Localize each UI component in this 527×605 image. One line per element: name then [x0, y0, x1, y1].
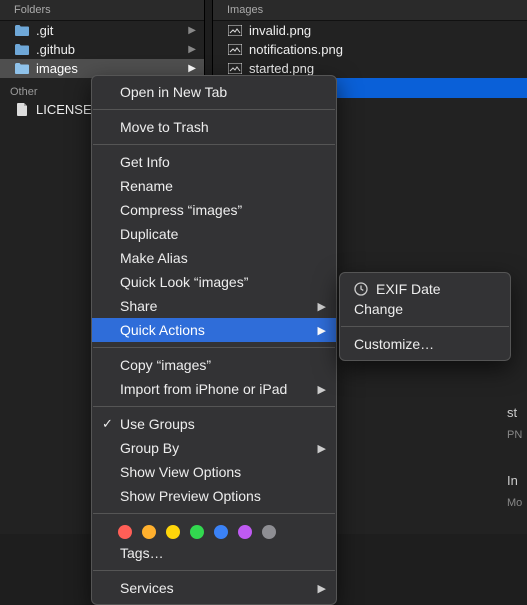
- chevron-right-icon: ▶: [188, 44, 196, 55]
- menu-separator: [341, 326, 509, 327]
- folder-row-git[interactable]: .git ▶: [0, 21, 204, 40]
- folders-header: Folders: [0, 0, 204, 21]
- chevron-right-icon: ▶: [318, 580, 326, 598]
- chevron-right-icon: ▶: [188, 25, 196, 36]
- menu-separator: [93, 109, 335, 110]
- submenu-customize[interactable]: Customize…: [340, 332, 510, 356]
- menu-tags[interactable]: Tags…: [92, 541, 336, 565]
- menu-import[interactable]: Import from iPhone or iPad ▶: [92, 377, 336, 401]
- tag-dot-green[interactable]: [190, 525, 204, 539]
- folder-label: images: [36, 61, 78, 76]
- tag-dot-yellow[interactable]: [166, 525, 180, 539]
- menu-separator: [93, 513, 335, 514]
- menu-label: Quick Actions: [120, 322, 205, 338]
- menu-compress[interactable]: Compress “images”: [92, 198, 336, 222]
- menu-move-to-trash[interactable]: Move to Trash: [92, 115, 336, 139]
- chevron-right-icon: ▶: [318, 298, 326, 316]
- folder-row-github[interactable]: .github ▶: [0, 40, 204, 59]
- tag-dot-gray[interactable]: [262, 525, 276, 539]
- menu-label: Services: [120, 580, 174, 596]
- folder-icon: [14, 63, 30, 74]
- menu-quick-actions[interactable]: Quick Actions ▶: [92, 318, 336, 342]
- context-menu: Open in New Tab Move to Trash Get Info R…: [91, 75, 337, 605]
- menu-make-alias[interactable]: Make Alias: [92, 246, 336, 270]
- image-row-notifications[interactable]: notifications.png: [213, 40, 527, 59]
- menu-copy[interactable]: Copy “images”: [92, 353, 336, 377]
- menu-show-preview-options[interactable]: Show Preview Options: [92, 484, 336, 508]
- check-icon: ✓: [102, 415, 113, 433]
- document-icon: [14, 103, 30, 116]
- menu-services[interactable]: Services ▶: [92, 576, 336, 600]
- menu-show-view-options[interactable]: Show View Options: [92, 460, 336, 484]
- menu-separator: [93, 406, 335, 407]
- image-file-icon: [227, 44, 243, 55]
- quick-actions-submenu: EXIF Date Change Customize…: [339, 272, 511, 361]
- info-line: In: [507, 473, 527, 497]
- clock-icon: [354, 282, 370, 300]
- chevron-right-icon: ▶: [318, 381, 326, 399]
- menu-open-new-tab[interactable]: Open in New Tab: [92, 80, 336, 104]
- menu-separator: [93, 570, 335, 571]
- image-file-icon: [227, 63, 243, 74]
- tag-dot-orange[interactable]: [142, 525, 156, 539]
- info-line: Mo: [507, 497, 527, 521]
- folder-icon: [14, 25, 30, 36]
- tag-dot-purple[interactable]: [238, 525, 252, 539]
- tag-dot-red[interactable]: [118, 525, 132, 539]
- menu-rename[interactable]: Rename: [92, 174, 336, 198]
- file-label: LICENSE: [36, 102, 92, 117]
- menu-label: Use Groups: [120, 416, 195, 432]
- menu-group-by[interactable]: Group By ▶: [92, 436, 336, 460]
- info-line: st: [507, 405, 527, 429]
- chevron-right-icon: ▶: [318, 440, 326, 458]
- menu-separator: [93, 347, 335, 348]
- images-header: Images: [213, 0, 527, 21]
- menu-label: Import from iPhone or iPad: [120, 381, 287, 397]
- menu-share[interactable]: Share ▶: [92, 294, 336, 318]
- image-label: notifications.png: [249, 42, 343, 57]
- chevron-right-icon: ▶: [318, 322, 326, 340]
- folder-label: .github: [36, 42, 75, 57]
- image-row-invalid[interactable]: invalid.png: [213, 21, 527, 40]
- image-label: invalid.png: [249, 23, 311, 38]
- menu-get-info[interactable]: Get Info: [92, 150, 336, 174]
- menu-label: Group By: [120, 440, 179, 456]
- image-file-icon: [227, 25, 243, 36]
- info-snippet: st PN In Mo: [507, 405, 527, 521]
- tag-color-row: [92, 519, 336, 541]
- tag-dot-blue[interactable]: [214, 525, 228, 539]
- image-label: started.png: [249, 61, 314, 76]
- menu-label: Share: [120, 298, 157, 314]
- menu-use-groups[interactable]: ✓ Use Groups: [92, 412, 336, 436]
- folder-icon: [14, 44, 30, 55]
- submenu-exif[interactable]: EXIF Date Change: [340, 277, 510, 321]
- menu-separator: [93, 144, 335, 145]
- info-line: PN: [507, 429, 527, 453]
- folder-label: .git: [36, 23, 53, 38]
- menu-quick-look[interactable]: Quick Look “images”: [92, 270, 336, 294]
- chevron-right-icon: ▶: [188, 63, 196, 74]
- menu-duplicate[interactable]: Duplicate: [92, 222, 336, 246]
